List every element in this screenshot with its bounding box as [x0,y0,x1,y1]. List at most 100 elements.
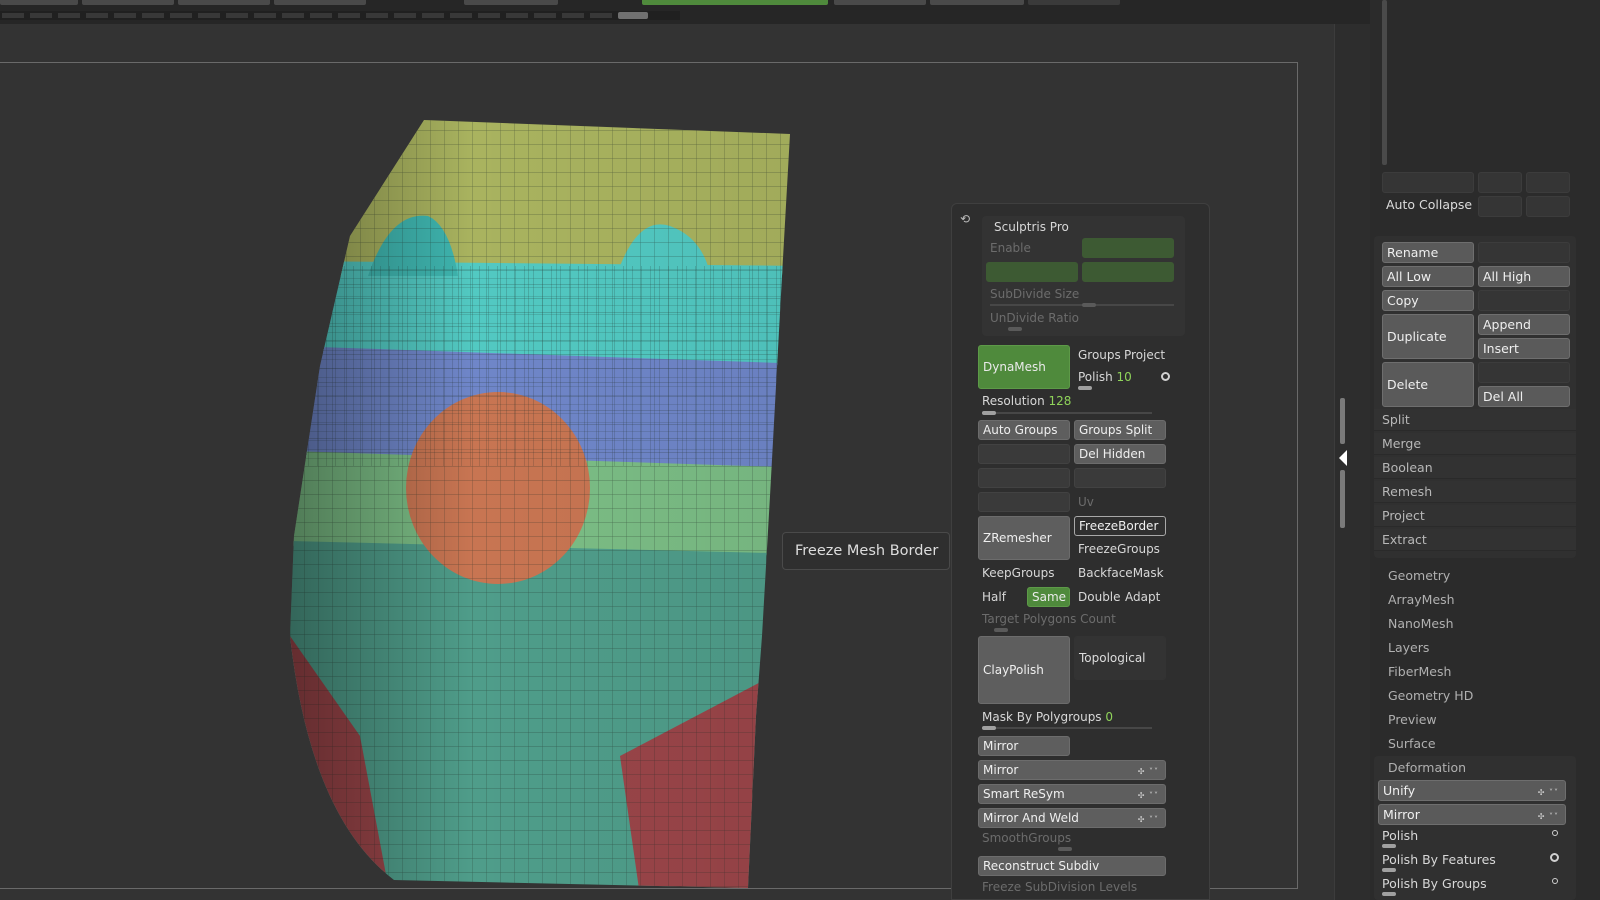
preview-menu[interactable]: Preview [1388,712,1437,727]
mask-by-polygroups-track[interactable] [982,727,1152,729]
polish-dot-icon[interactable] [1552,830,1558,836]
disabled-button[interactable] [1478,290,1570,311]
slider-knob[interactable] [1082,303,1096,307]
merge-section[interactable]: Merge [1374,433,1576,455]
duplicate-button[interactable]: Duplicate [1382,314,1474,359]
polish-circle-toggle-icon[interactable] [1161,372,1170,381]
extract-section[interactable]: Extract [1374,529,1576,551]
keep-groups-toggle[interactable]: KeepGroups [982,566,1054,580]
disabled-button[interactable] [978,444,1070,464]
polish-slider[interactable]: Polish [1382,828,1418,843]
toolbar-button[interactable] [464,0,558,5]
freeze-border-button[interactable]: FreezeBorder [1074,516,1166,536]
disabled-button[interactable] [978,492,1070,512]
toolbar-button[interactable] [82,0,174,5]
insert-button[interactable]: Insert [1478,338,1570,359]
groups-split-button[interactable]: Groups Split [1074,420,1166,440]
dynamesh-polish-slider[interactable]: Polish 10 [1078,370,1132,384]
double-toggle[interactable]: Double [1078,590,1121,604]
smart-resym-button[interactable]: Smart ReSym ✣ ˅˅ [978,784,1166,804]
undivide-ratio-slider[interactable] [1008,327,1022,331]
freeze-subdivision-levels-label[interactable]: Freeze SubDivision Levels [982,880,1137,894]
subtool-list[interactable] [1370,0,1570,168]
timeline-track[interactable] [0,11,680,20]
surface-menu[interactable]: Surface [1388,736,1436,751]
polish-by-features-circle-icon[interactable] [1550,853,1559,862]
target-polygons-knob[interactable] [994,628,1008,632]
toolbar-button[interactable] [274,0,366,5]
delete-button[interactable]: Delete [1382,362,1474,407]
polish-slider-knob[interactable] [1078,386,1092,390]
mirror-axis-button[interactable]: Mirror ✣ ˅˅ [978,760,1166,780]
project-section[interactable]: Project [1374,505,1576,527]
half-toggle[interactable]: Half [982,590,1006,604]
toolbar-button[interactable] [1028,0,1120,5]
rename-button[interactable]: Rename [1382,242,1474,263]
reconstruct-subdiv-button[interactable]: Reconstruct Subdiv [978,856,1166,876]
copy-button[interactable]: Copy [1382,290,1474,311]
toolbar-active-button[interactable] [642,0,828,5]
folder-icon[interactable] [1478,196,1522,217]
deformation-menu[interactable]: Deformation [1388,760,1466,775]
toolbar-button[interactable] [178,0,270,5]
target-polygons-slider[interactable]: Target Polygons Count [982,612,1116,626]
geometry-hd-menu[interactable]: Geometry HD [1388,688,1473,703]
unify-button[interactable]: Unify ✣ ˅˅ [1378,780,1566,801]
dynamesh-project-toggle[interactable]: Project [1124,348,1165,362]
topological-toggle[interactable]: Topological [1074,636,1166,680]
remesh-section[interactable]: Remesh [1374,481,1576,503]
freeze-groups-toggle[interactable]: FreezeGroups [1078,542,1160,556]
arraymesh-menu[interactable]: ArrayMesh [1388,592,1455,607]
disabled-button[interactable] [1478,242,1570,263]
panel-collapse-handle[interactable] [1339,398,1347,528]
dynamesh-button[interactable]: DynaMesh [978,345,1070,389]
resolution-slider-track[interactable] [982,412,1152,414]
mirror-and-weld-button[interactable]: Mirror And Weld ✣ ˅˅ [978,808,1166,828]
sculptris-enable-toggle[interactable] [1082,238,1174,258]
append-button[interactable]: Append [1478,314,1570,335]
disabled-button[interactable] [978,468,1070,488]
polish-by-groups-knob[interactable] [1382,892,1396,896]
disabled-button[interactable] [1074,468,1166,488]
auto-collapse-toggle[interactable]: Auto Collapse [1386,197,1472,212]
toolbar-button[interactable] [0,0,78,5]
mirror-button[interactable]: Mirror [978,736,1070,756]
mask-by-polygroups-knob[interactable] [982,726,996,730]
toolbar-button[interactable] [834,0,926,5]
chevron-left-icon[interactable] [1339,450,1347,466]
polish-by-features-knob[interactable] [1382,868,1396,872]
polish-by-features-slider[interactable]: Polish By Features [1382,852,1496,867]
auto-groups-button[interactable]: Auto Groups [978,420,1070,440]
fibermesh-menu[interactable]: FiberMesh [1388,664,1451,679]
resolution-slider[interactable]: Resolution 128 [982,394,1071,408]
arrow-down-icon[interactable] [1526,172,1570,193]
adapt-toggle[interactable]: Adapt [1125,590,1160,604]
zremesher-button[interactable]: ZRemesher [978,516,1070,560]
disabled-button[interactable] [1478,362,1570,383]
folder-icon[interactable] [1526,196,1570,217]
refresh-icon[interactable]: ⟲ [960,212,970,226]
geometry-menu[interactable]: Geometry [1388,568,1450,583]
smooth-groups-slider[interactable]: SmoothGroups [982,831,1071,845]
claypolish-button[interactable]: ClayPolish [978,636,1070,704]
polish-by-groups-slider[interactable]: Polish By Groups [1382,876,1487,891]
smooth-groups-knob[interactable] [1058,847,1072,851]
polygroup-mesh-model[interactable] [290,116,810,896]
same-toggle[interactable]: Same [1027,587,1070,607]
disabled-button[interactable] [1382,172,1474,193]
dynamesh-groups-toggle[interactable]: Groups [1078,348,1121,362]
arrow-up-icon[interactable] [1478,172,1522,193]
backface-mask-toggle[interactable]: BackfaceMask [1078,566,1164,580]
del-hidden-button[interactable]: Del Hidden [1074,444,1166,464]
sculptris-option-button[interactable] [1082,262,1174,282]
all-high-button[interactable]: All High [1478,266,1570,287]
deformation-mirror-button[interactable]: Mirror ✣ ˅˅ [1378,804,1566,825]
timeline-scroll-handle[interactable] [618,12,648,19]
nanomesh-menu[interactable]: NanoMesh [1388,616,1454,631]
resolution-slider-knob[interactable] [982,411,996,415]
polish-slider-knob[interactable] [1382,844,1396,848]
boolean-section[interactable]: Boolean [1374,457,1576,479]
split-section[interactable]: Split [1374,409,1576,431]
subtool-list-scrollbar[interactable] [1382,0,1387,165]
polish-by-groups-dot-icon[interactable] [1552,878,1558,884]
